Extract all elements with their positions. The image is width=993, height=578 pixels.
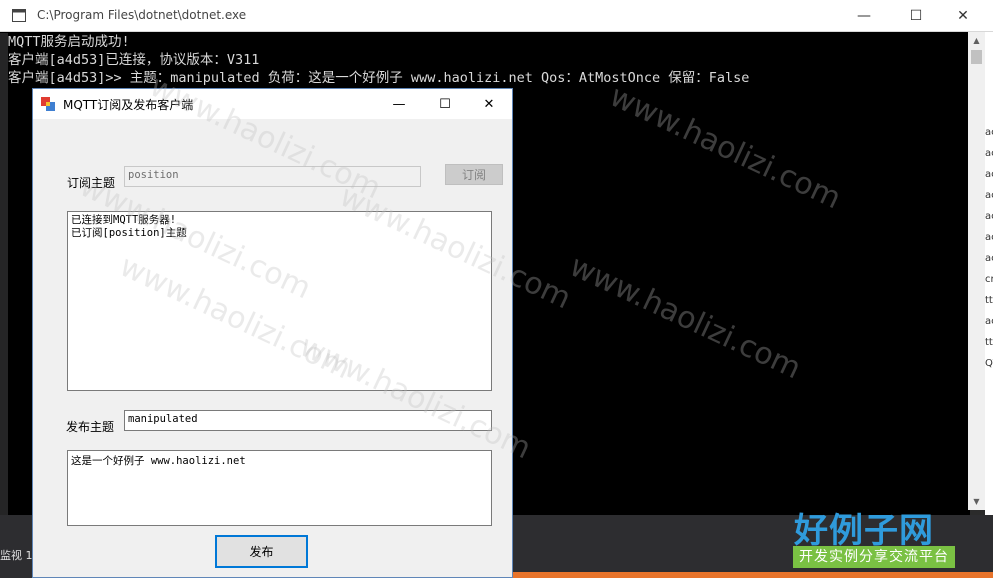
scroll-up-arrow-icon[interactable]: ▲ (968, 32, 985, 49)
publish-payload-textarea[interactable]: 这是一个好例子 www.haolizi.net (67, 450, 492, 526)
dialog-maximize-button[interactable]: ☐ (422, 89, 468, 119)
console-output: MQTT服务启动成功! 客户端[a4d53]已连接，协议版本：V311 客户端[a4… (8, 33, 968, 87)
side-panel-item: ac (985, 232, 993, 243)
console-titlebar[interactable]: C:\Program Files\dotnet\dotnet.exe — ☐ ✕ (0, 0, 993, 32)
side-panel-item: ac (985, 316, 993, 327)
console-close-button[interactable]: ✕ (940, 0, 986, 31)
dialog-titlebar[interactable]: MQTT订阅及发布客户端 — ☐ ✕ (33, 89, 512, 119)
dialog-close-button[interactable]: ✕ (466, 89, 512, 119)
close-icon: ✕ (483, 96, 495, 112)
site-logo: 好例子网 开发实例分享交流平台 (790, 503, 960, 571)
side-panel-item: QT (985, 358, 993, 369)
dialog-minimize-button[interactable]: — (376, 89, 422, 119)
minimize-icon: — (857, 7, 871, 24)
console-minimize-button[interactable]: — (841, 0, 887, 31)
dialog-title: MQTT订阅及发布客户端 (63, 98, 194, 112)
console-app-icon (12, 9, 26, 22)
subscribe-button[interactable]: 订阅 (445, 164, 503, 185)
side-panel-item: ac (985, 190, 993, 201)
winforms-app-icon (41, 97, 55, 111)
maximize-icon: ☐ (909, 7, 923, 24)
console-line: 客户端[a4d53]已连接，协议版本：V311 (8, 52, 260, 68)
side-panel-item: tt (985, 295, 993, 306)
logo-title: 好例子网 (794, 511, 934, 551)
console-title: C:\Program Files\dotnet\dotnet.exe (37, 8, 247, 22)
background-side-panel: ac ac ac ac ac ac ac cr tt ac tt QT (985, 32, 993, 532)
close-icon: ✕ (957, 7, 969, 24)
background-left-edge (0, 33, 8, 573)
publish-topic-label: 发布主题 (66, 420, 115, 434)
side-panel-item: tt (985, 337, 993, 348)
maximize-icon: ☐ (439, 96, 451, 112)
log-line: 已订阅[position]主题 (71, 227, 187, 239)
mqtt-client-dialog: MQTT订阅及发布客户端 — ☐ ✕ 订阅主题 position 订阅 已连接到… (32, 88, 513, 578)
side-panel-item: ac (985, 148, 993, 159)
publish-topic-input[interactable]: manipulated (124, 410, 492, 431)
side-panel-item: ac (985, 127, 993, 138)
log-line: 已连接到MQTT服务器! (71, 214, 177, 226)
background-status-bar (513, 572, 993, 578)
logo-subtitle: 开发实例分享交流平台 (793, 546, 955, 568)
console-scrollbar[interactable]: ▲ ▼ (968, 32, 985, 510)
scroll-down-arrow-icon[interactable]: ▼ (968, 493, 985, 510)
minimize-icon: — (392, 96, 406, 112)
console-maximize-button[interactable]: ☐ (893, 0, 939, 31)
subscribe-topic-input[interactable]: position (124, 166, 421, 187)
monitor-label: 监视 1 (0, 549, 33, 562)
console-line: MQTT服务启动成功! (8, 34, 130, 50)
side-panel-item: cr (985, 274, 993, 285)
publish-button[interactable]: 发布 (215, 535, 308, 568)
side-panel-item: ac (985, 211, 993, 222)
side-panel-item: ac (985, 169, 993, 180)
scroll-thumb[interactable] (971, 50, 982, 64)
side-panel-item: ac (985, 253, 993, 264)
message-log-textarea[interactable]: 已连接到MQTT服务器! 已订阅[position]主题 (67, 211, 492, 391)
console-line: 客户端[a4d53]>> 主题：manipulated 负荷：这是一个好例子 w… (8, 70, 750, 86)
subscribe-topic-label: 订阅主题 (67, 176, 116, 190)
